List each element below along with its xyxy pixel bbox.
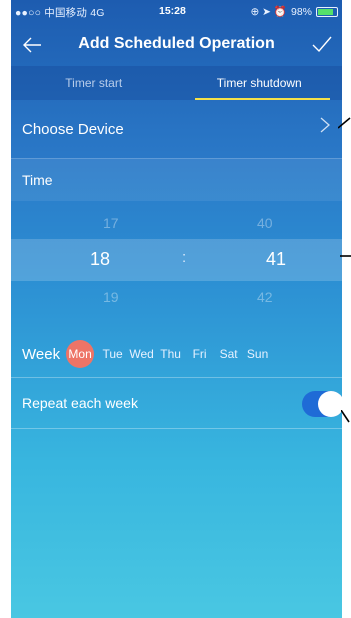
status-bar: ●●○○ 中国移动 4G 15:28 ⊕ ➤ ⏰ 98% bbox=[11, 0, 342, 22]
pointer-line-repeat bbox=[341, 410, 350, 423]
toggle-knob bbox=[318, 391, 342, 417]
status-right: ⊕ ➤ ⏰ 98% bbox=[250, 5, 338, 18]
day-tue[interactable]: Tue bbox=[98, 347, 127, 361]
battery-icon bbox=[316, 6, 338, 17]
minute-option-selected[interactable]: 41 bbox=[266, 249, 286, 270]
day-mon[interactable]: Mon bbox=[66, 340, 95, 368]
app-screen: ●●○○ 中国移动 4G 15:28 ⊕ ➤ ⏰ 98% Add Schedul… bbox=[11, 0, 342, 618]
repeat-toggle[interactable] bbox=[302, 391, 342, 417]
hour-option-selected[interactable]: 18 bbox=[90, 249, 110, 270]
day-fri[interactable]: Fri bbox=[185, 347, 214, 361]
hour-option-prev[interactable]: 17 bbox=[103, 215, 119, 231]
status-time: 15:28 bbox=[159, 5, 186, 17]
day-wed[interactable]: Wed bbox=[127, 347, 156, 361]
pointer-line-device bbox=[338, 117, 351, 129]
carrier-label: ●●○○ 中国移动 4G bbox=[15, 7, 105, 19]
time-picker[interactable]: 17 18 19 : 40 41 42 bbox=[11, 201, 342, 331]
repeat-row: Repeat each week bbox=[11, 378, 342, 429]
time-label: Time bbox=[11, 159, 342, 201]
week-row: Week Mon Tue Wed Thu Fri Sat Sun bbox=[11, 331, 342, 378]
chevron-right-icon bbox=[320, 117, 330, 133]
back-arrow-icon[interactable] bbox=[21, 34, 43, 56]
nav-bar: Add Scheduled Operation bbox=[11, 22, 342, 66]
battery-percent: 98% bbox=[290, 5, 312, 18]
minute-option-prev[interactable]: 40 bbox=[257, 215, 273, 231]
tab-timer-start[interactable]: Timer start bbox=[11, 66, 177, 100]
hour-option-next[interactable]: 19 bbox=[103, 289, 119, 305]
timer-tabs: Timer start Timer shutdown bbox=[11, 66, 342, 100]
week-label: Week bbox=[22, 345, 61, 363]
checkmark-icon[interactable] bbox=[310, 33, 334, 57]
day-sun[interactable]: Sun bbox=[243, 347, 272, 361]
choose-device-label: Choose Device bbox=[22, 120, 124, 138]
picker-selection-band bbox=[11, 239, 342, 281]
pointer-line-time bbox=[340, 255, 351, 257]
day-thu[interactable]: Thu bbox=[156, 347, 185, 361]
minute-option-next[interactable]: 42 bbox=[257, 289, 273, 305]
repeat-label: Repeat each week bbox=[22, 395, 138, 411]
location-icon: ⊕ ➤ ⏰ bbox=[250, 6, 287, 18]
choose-device-row[interactable]: Choose Device bbox=[11, 100, 342, 159]
day-sat[interactable]: Sat bbox=[214, 347, 243, 361]
time-separator: : bbox=[182, 249, 187, 266]
page-title: Add Scheduled Operation bbox=[78, 35, 275, 52]
tab-timer-shutdown[interactable]: Timer shutdown bbox=[177, 66, 343, 100]
